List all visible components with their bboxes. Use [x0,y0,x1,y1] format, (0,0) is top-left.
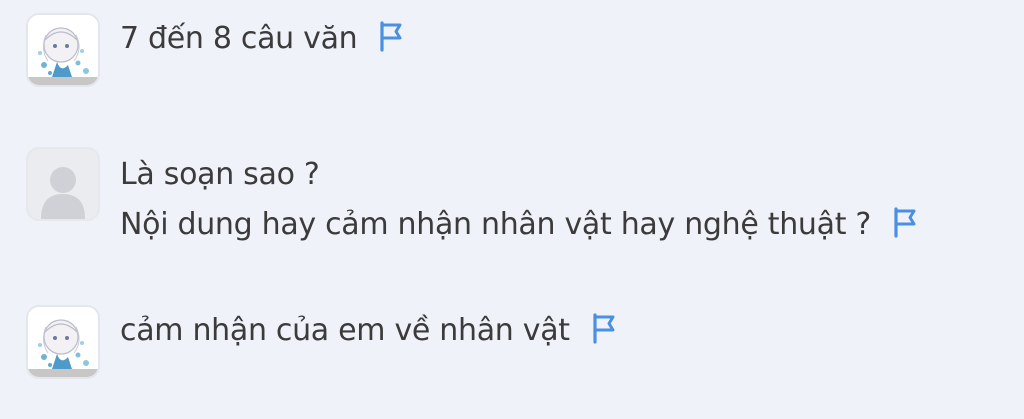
user-avatar[interactable] [26,13,100,87]
user-avatar[interactable] [26,147,100,221]
comment-text: 7 đến 8 câu văn [120,21,358,56]
comment-text-line: cảm nhận của em về nhân vật [120,306,618,356]
comment-text-line: 7 đến 8 câu văn [120,14,405,64]
anime-girl-avatar-icon [28,307,98,377]
comment-text-line: Là soạn sao ? [120,157,320,192]
comment-item: 7 đến 8 câu văn [26,13,405,87]
user-avatar[interactable] [26,305,100,379]
report-flag-icon[interactable] [590,311,618,345]
anime-girl-avatar-icon [28,15,98,85]
comment-text: cảm nhận của em về nhân vật [120,313,570,348]
comment-text-line: Nội dung hay cảm nhận nhân vật hay nghệ … [120,200,919,250]
default-user-avatar-icon [28,149,98,219]
comment-body: cảm nhận của em về nhân vật [120,306,618,356]
comment-body: 7 đến 8 câu văn [120,14,405,64]
comment-text: Nội dung hay cảm nhận nhân vật hay nghệ … [120,207,872,242]
report-flag-icon[interactable] [891,205,919,239]
comment-item: Là soạn sao ? Nội dung hay cảm nhận nhân… [26,147,919,250]
report-flag-icon[interactable] [377,19,405,53]
comment-item: cảm nhận của em về nhân vật [26,305,618,379]
comment-body: Là soạn sao ? Nội dung hay cảm nhận nhân… [120,150,919,250]
